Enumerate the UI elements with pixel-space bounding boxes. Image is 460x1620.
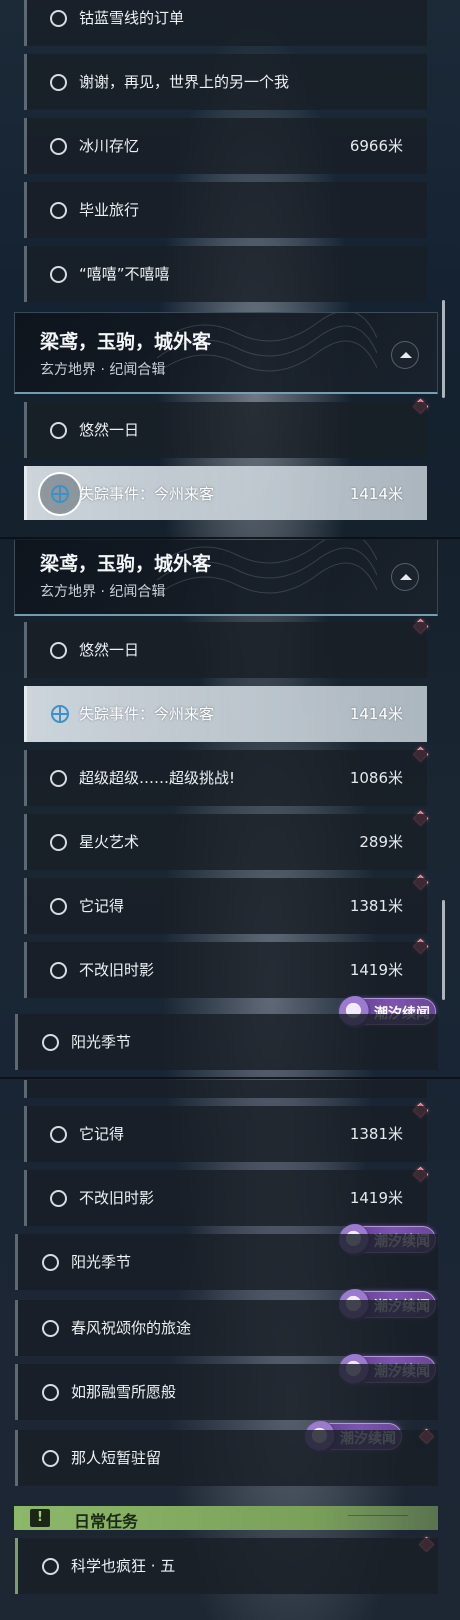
quest-row[interactable]: 悠然一日 xyxy=(24,622,427,678)
quest-distance: 1419米 xyxy=(349,1189,403,1207)
quest-name: 失踪事件：今州来客 xyxy=(79,485,215,503)
radio-icon[interactable] xyxy=(42,1034,59,1051)
quest-name: 失踪事件：今州来客 xyxy=(79,705,215,723)
quest-row-selected[interactable]: 失踪事件：今州来客 1414米 xyxy=(24,466,427,520)
group-title: 梁鸢，玉驹，城外客 xyxy=(40,553,212,575)
radio-icon[interactable] xyxy=(50,266,67,283)
sub-quest-row[interactable]: 如那融雪所愿般 xyxy=(15,1364,438,1420)
quest-panel-3: 它记得 1381米 不改旧时影 1419米 潮汐续闻 阳光季节 潮汐续闻 春风祝… xyxy=(0,1080,460,1620)
radio-icon[interactable] xyxy=(42,1254,59,1271)
radio-icon[interactable] xyxy=(42,1320,59,1337)
radio-icon[interactable] xyxy=(50,202,67,219)
quest-row[interactable]: 它记得 1381米 xyxy=(24,1106,427,1162)
sub-quest-row[interactable]: 科学也疯狂 · 五 xyxy=(15,1538,438,1594)
quest-row[interactable]: 超级超级……超级挑战! 1086米 xyxy=(24,750,427,806)
quest-row[interactable]: 毕业旅行 xyxy=(24,182,427,238)
radio-icon[interactable] xyxy=(42,1450,59,1467)
group-subtitle: 玄方地界 · 纪闻合辑 xyxy=(40,362,166,378)
quest-row[interactable]: 谢谢，再见，世界上的另一个我 xyxy=(24,54,427,110)
daily-tasks-title: 日常任务 xyxy=(74,1512,139,1531)
quest-distance: 1381米 xyxy=(349,897,403,915)
scrollbar[interactable] xyxy=(442,900,445,1000)
quest-name: 它记得 xyxy=(79,1125,125,1143)
quest-group-header[interactable]: 梁鸢，玉驹，城外客 玄方地界 · 纪闻合辑 xyxy=(14,540,438,616)
quest-panel-2: 梁鸢，玉驹，城外客 玄方地界 · 纪闻合辑 悠然一日 失踪事件：今州来客 141… xyxy=(0,540,460,1076)
quest-name: 悠然一日 xyxy=(79,641,140,659)
radio-icon[interactable] xyxy=(50,1126,67,1143)
sub-quest-row[interactable]: 那人短暂驻留 xyxy=(15,1430,438,1486)
quest-group-header[interactable]: 梁鸢，玉驹，城外客 玄方地界 · 纪闻合辑 xyxy=(14,312,438,394)
quest-distance: 1086米 xyxy=(349,769,403,787)
quest-row[interactable]: 星火艺术 289米 xyxy=(24,814,427,870)
quest-name: 不改旧时影 xyxy=(79,1189,155,1207)
quest-name: 冰川存忆 xyxy=(79,137,140,155)
decorative-line xyxy=(348,1515,408,1519)
quest-distance: 1419米 xyxy=(349,961,403,979)
quest-name: 不改旧时影 xyxy=(79,961,155,979)
quest-name: 悠然一日 xyxy=(79,421,140,439)
quest-row[interactable] xyxy=(24,1080,427,1098)
radio-icon[interactable] xyxy=(50,898,67,915)
radio-icon[interactable] xyxy=(50,422,67,439)
quest-row[interactable]: 不改旧时影 1419米 xyxy=(24,1170,427,1226)
crosshair-target-icon xyxy=(51,705,69,723)
quest-name: 春风祝颂你的旅途 xyxy=(71,1319,192,1337)
group-subtitle: 玄方地界 · 纪闻合辑 xyxy=(40,584,166,600)
quest-name: 阳光季节 xyxy=(71,1253,132,1271)
quest-distance: 289米 xyxy=(359,833,403,851)
quest-name: 它记得 xyxy=(79,897,125,915)
group-title: 梁鸢，玉驹，城外客 xyxy=(40,331,212,353)
sub-quest-row[interactable]: 春风祝颂你的旅途 xyxy=(15,1300,438,1356)
exclamation-icon: ! xyxy=(30,1509,50,1527)
quest-name: 阳光季节 xyxy=(71,1033,132,1051)
quest-row-selected[interactable]: 失踪事件：今州来客 1414米 xyxy=(24,686,427,742)
quest-row[interactable]: 冰川存忆 6966米 xyxy=(24,118,427,174)
quest-row[interactable]: 不改旧时影 1419米 xyxy=(24,942,427,998)
quest-name: 超级超级……超级挑战! xyxy=(79,769,236,787)
radio-icon[interactable] xyxy=(50,10,67,27)
panel-divider xyxy=(0,537,460,539)
quest-name: 科学也疯狂 · 五 xyxy=(71,1557,176,1575)
quest-row[interactable]: 钴蓝雪线的订单 xyxy=(24,0,427,46)
quest-name: 毕业旅行 xyxy=(79,201,140,219)
radio-icon[interactable] xyxy=(50,962,67,979)
crosshair-target-icon xyxy=(51,485,69,503)
radio-icon[interactable] xyxy=(50,1190,67,1207)
chevron-up-icon[interactable] xyxy=(391,341,419,369)
quest-name: 星火艺术 xyxy=(79,833,140,851)
quest-row[interactable]: 悠然一日 xyxy=(24,402,427,458)
quest-name: 谢谢，再见，世界上的另一个我 xyxy=(79,73,290,91)
daily-tasks-header[interactable]: ! 日常任务 xyxy=(14,1506,438,1531)
radio-icon[interactable] xyxy=(50,642,67,659)
quest-name: 如那融雪所愿般 xyxy=(71,1383,177,1401)
quest-name: 钴蓝雪线的订单 xyxy=(79,9,185,27)
radio-icon[interactable] xyxy=(50,834,67,851)
quest-distance: 6966米 xyxy=(349,137,403,155)
quest-panel-1: 钴蓝雪线的订单 谢谢，再见，世界上的另一个我 冰川存忆 6966米 毕业旅行 “… xyxy=(0,0,460,520)
quest-distance: 1414米 xyxy=(349,705,403,723)
radio-icon[interactable] xyxy=(50,74,67,91)
sub-quest-row[interactable]: 阳光季节 xyxy=(15,1014,438,1070)
scrollbar[interactable] xyxy=(442,300,445,398)
quest-distance: 1414米 xyxy=(349,485,403,503)
panel-divider xyxy=(0,1077,460,1079)
radio-icon[interactable] xyxy=(50,138,67,155)
quest-distance: 1381米 xyxy=(349,1125,403,1143)
radio-icon[interactable] xyxy=(42,1384,59,1401)
radio-icon[interactable] xyxy=(42,1558,59,1575)
sub-quest-row[interactable]: 阳光季节 xyxy=(15,1234,438,1290)
quest-name: “嘻嘻”不嘻嘻 xyxy=(79,265,170,283)
chevron-up-icon[interactable] xyxy=(391,563,419,591)
quest-row[interactable]: “嘻嘻”不嘻嘻 xyxy=(24,246,427,302)
radio-icon[interactable] xyxy=(50,770,67,787)
quest-name: 那人短暂驻留 xyxy=(71,1449,162,1467)
quest-row[interactable]: 它记得 1381米 xyxy=(24,878,427,934)
